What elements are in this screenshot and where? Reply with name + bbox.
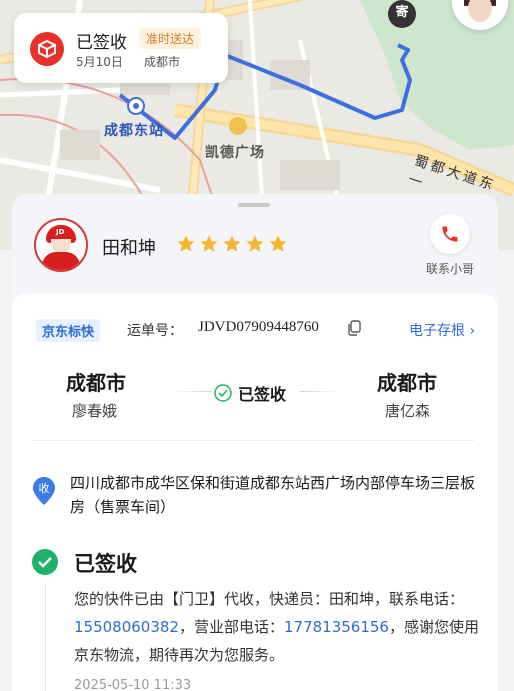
map-label-plaza: 凯德广场 <box>205 145 265 161</box>
courier-head <box>51 239 71 253</box>
destination-city: 成都市 <box>377 371 437 395</box>
event-time: 2025-05-10 11:33 <box>74 678 192 691</box>
event-desc-part: 您的快件已由【门卫】代收，快递员：田和坤，联系电话： <box>74 590 465 608</box>
event-title: 已签收 <box>74 552 137 576</box>
courier-name: 田和坤 <box>102 238 156 259</box>
event-desc-part: ，营业部电话： <box>178 618 284 636</box>
route-line-left <box>172 391 212 392</box>
delivery-address: 四川成都市成华区保和街道成都东站西广场内部停车场三层板房（售票车间） <box>70 474 476 516</box>
star-icon <box>200 235 218 252</box>
waybill-number[interactable]: JDVD07909448760 <box>198 319 319 336</box>
sender-pin-label: 寄 <box>395 5 409 20</box>
star-icon <box>177 235 195 252</box>
sender-pin-icon[interactable]: 寄 <box>388 0 416 28</box>
copy-icon[interactable] <box>347 320 361 336</box>
star-icon <box>223 235 241 252</box>
route-line-right <box>300 391 340 392</box>
courier-avatar: JD <box>34 218 88 272</box>
recipient-name: 唐亿森 <box>385 402 431 420</box>
status-title: 已签收 <box>76 33 127 53</box>
map-label-station: 成都东站 <box>104 123 164 139</box>
phone-icon <box>430 214 470 254</box>
courier-body <box>42 252 80 270</box>
star-icon <box>246 235 264 252</box>
delivery-status: 已签收 <box>214 381 286 405</box>
event-description: 您的快件已由【门卫】代收，快递员：田和坤，联系电话： 15508060382，营业… <box>74 585 484 669</box>
bottom-sheet[interactable]: JD 田和坤 联系小哥 京东标快 运单号： JDVD07909448760 电子… <box>12 194 498 691</box>
service-brand-tag: 京东标快 <box>36 319 101 342</box>
avatar-face <box>468 0 492 22</box>
waybill-label: 运单号： <box>127 323 183 339</box>
contact-courier-button[interactable]: 联系小哥 <box>418 214 482 284</box>
courier-rating <box>176 234 288 254</box>
station-phone-link[interactable]: 17781356156 <box>284 618 389 636</box>
star-icon <box>269 235 287 252</box>
signed-check-icon <box>32 549 58 575</box>
status-city: 成都市 <box>144 55 181 69</box>
origin-city: 成都市 <box>66 371 126 395</box>
receive-icon-text: 收 <box>39 481 50 495</box>
ontime-badge: 准时送达 <box>139 28 202 49</box>
chevron-right-icon: › <box>469 323 476 339</box>
receive-location-icon: 收 <box>33 477 55 505</box>
sender-name: 廖春娥 <box>72 402 118 420</box>
status-card: 已签收 准时送达 5月10日 成都市 <box>14 13 228 83</box>
e-receipt-link[interactable]: 电子存根 › <box>409 320 475 340</box>
courier-phone-link[interactable]: 15508060382 <box>74 618 179 636</box>
package-logo-icon <box>30 32 64 66</box>
contact-label: 联系小哥 <box>425 262 474 276</box>
e-receipt-label: 电子存根 <box>409 323 465 339</box>
delivery-status-label: 已签收 <box>238 385 287 404</box>
divider <box>32 440 474 441</box>
check-circle-icon <box>214 384 232 402</box>
shipment-card: 京东标快 运单号： JDVD07909448760 电子存根 › 成都市 廖春娥… <box>12 293 498 691</box>
timeline-line <box>45 583 46 691</box>
status-date: 5月10日 <box>76 55 123 69</box>
drag-handle[interactable] <box>238 203 270 207</box>
